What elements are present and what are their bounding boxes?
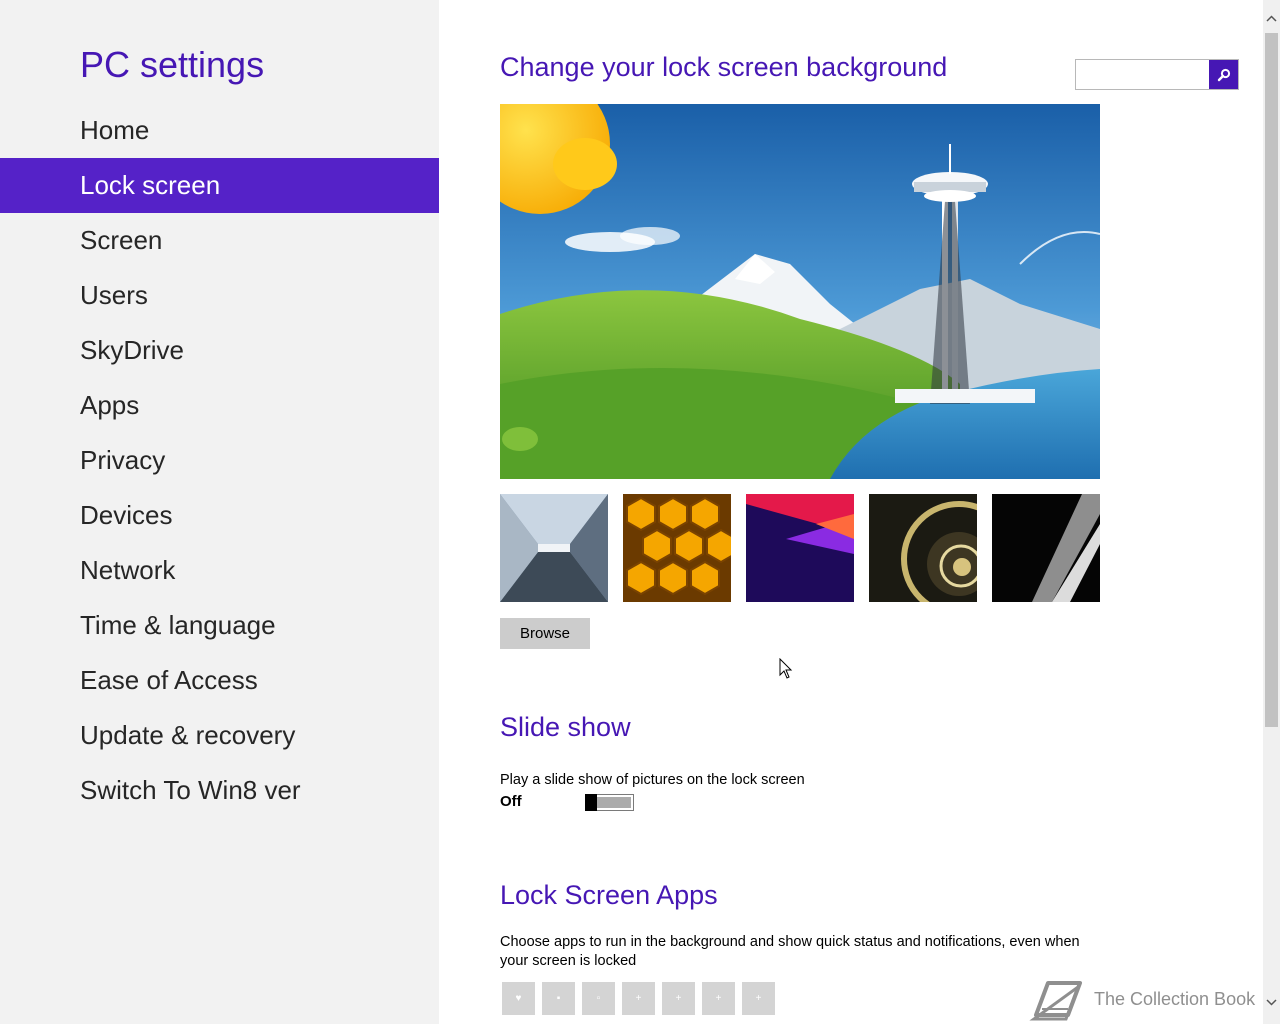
sidebar-item-lock-screen[interactable]: Lock screen <box>0 158 439 213</box>
mail-icon: ▪ <box>556 993 561 1004</box>
lock-app-slot-5[interactable]: + <box>662 982 695 1015</box>
piano-keys-image <box>992 494 1100 602</box>
lock-screen-apps-description: Choose apps to run in the background and… <box>500 934 1080 969</box>
book-icon <box>1029 981 1082 1021</box>
sidebar-item-devices[interactable]: Devices <box>0 488 439 543</box>
sidebar-item-time-language[interactable]: Time & language <box>0 598 439 653</box>
lock-app-slot-3[interactable]: ▫ <box>582 982 615 1015</box>
scrollbar-thumb[interactable] <box>1265 33 1278 727</box>
plus-icon: + <box>635 993 642 1004</box>
sidebar-item-home[interactable]: Home <box>0 103 439 158</box>
sidebar-item-switch-win8[interactable]: Switch To Win8 ver <box>0 763 439 818</box>
lock-app-slot-6[interactable]: + <box>702 982 735 1015</box>
slide-show-heading: Slide show <box>500 712 631 742</box>
lock-screen-apps-heading: Lock Screen Apps <box>500 880 718 910</box>
sidebar-item-apps[interactable]: Apps <box>0 378 439 433</box>
watermark-text: The Collection Book <box>1094 989 1256 1009</box>
honeycomb-thumbnail[interactable] <box>623 494 731 602</box>
sidebar-item-privacy[interactable]: Privacy <box>0 433 439 488</box>
lock-background-heading: Change your lock screen background <box>500 52 948 82</box>
background-thumbnails <box>500 494 1100 602</box>
train-tunnel-image <box>500 494 608 602</box>
sidebar-item-skydrive[interactable]: SkyDrive <box>0 323 439 378</box>
chevron-up-icon <box>1266 15 1277 22</box>
sidebar-item-ease-of-access[interactable]: Ease of Access <box>0 653 439 708</box>
abstract-shapes-thumbnail[interactable] <box>746 494 854 602</box>
slide-show-description: Play a slide show of pictures on the loc… <box>500 772 805 788</box>
lock-app-slot-7[interactable]: + <box>742 982 775 1015</box>
lock-app-slot-2[interactable]: ▪ <box>542 982 575 1015</box>
sidebar-item-users[interactable]: Users <box>0 268 439 323</box>
lock-app-slot-4[interactable]: + <box>622 982 655 1015</box>
page-title: PC settings <box>80 44 265 85</box>
vertical-scrollbar[interactable] <box>1263 0 1280 1024</box>
mouse-cursor <box>779 657 793 685</box>
scroll-down-button[interactable] <box>1263 994 1280 1011</box>
nautilus-shell-image <box>869 494 977 602</box>
nautilus-shell-thumbnail[interactable] <box>869 494 977 602</box>
slide-show-state: Off <box>500 793 522 810</box>
sidebar-item-network[interactable]: Network <box>0 543 439 598</box>
search-box <box>1075 59 1239 90</box>
calendar-icon: ▫ <box>596 993 601 1004</box>
honeycomb-image <box>623 494 731 602</box>
plus-icon: + <box>715 993 722 1004</box>
chevron-down-icon <box>1266 999 1277 1006</box>
sidebar-item-screen[interactable]: Screen <box>0 213 439 268</box>
search-icon <box>1217 68 1230 81</box>
browse-button[interactable]: Browse <box>500 618 590 649</box>
train-tunnel-thumbnail[interactable] <box>500 494 608 602</box>
plus-icon: + <box>675 993 682 1004</box>
lock-app-slot-1[interactable]: ♥ <box>502 982 535 1015</box>
watermark: The Collection Book <box>1028 975 1264 1023</box>
lock-screen-preview <box>500 104 1100 479</box>
search-button[interactable] <box>1209 60 1238 89</box>
slide-show-toggle[interactable] <box>585 794 634 811</box>
sidebar-nav: Home Lock screen Screen Users SkyDrive A… <box>0 103 439 818</box>
cursor-arrow-icon <box>779 657 793 679</box>
space-needle-landscape-image <box>500 104 1100 479</box>
settings-content: Change your lock screen background Brows… <box>439 0 1263 1024</box>
toggle-knob <box>585 794 597 811</box>
scroll-up-button[interactable] <box>1263 10 1280 27</box>
sidebar-item-update-recovery[interactable]: Update & recovery <box>0 708 439 763</box>
plus-icon: + <box>755 993 762 1004</box>
settings-sidebar: PC settings Home Lock screen Screen User… <box>0 0 439 1024</box>
abstract-shapes-image <box>746 494 854 602</box>
search-input[interactable] <box>1078 62 1210 88</box>
heart-icon: ♥ <box>515 993 522 1004</box>
piano-keys-thumbnail[interactable] <box>992 494 1100 602</box>
